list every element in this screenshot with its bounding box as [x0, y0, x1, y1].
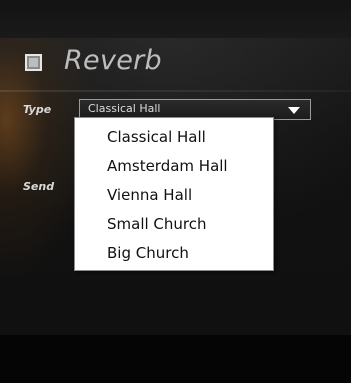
dropdown-option-vienna-hall[interactable]: Vienna Hall — [107, 184, 192, 206]
type-dropdown-menu: Classical Hall Amsterdam Hall Vienna Hal… — [74, 117, 274, 271]
bottom-bar — [0, 335, 351, 383]
top-strip — [0, 0, 351, 38]
type-select-value: Classical Hall — [88, 102, 161, 115]
dropdown-option-amsterdam-hall[interactable]: Amsterdam Hall — [107, 155, 228, 177]
panel-title: Reverb — [64, 45, 163, 76]
chevron-down-icon[interactable] — [288, 107, 300, 114]
header-divider — [0, 90, 351, 92]
dropdown-option-small-church[interactable]: Small Church — [107, 213, 207, 235]
type-label: Type — [23, 103, 52, 116]
dropdown-option-classical-hall[interactable]: Classical Hall — [107, 126, 206, 148]
dropdown-option-big-church[interactable]: Big Church — [107, 242, 189, 264]
send-label: Send — [23, 180, 55, 193]
enable-toggle-icon[interactable] — [25, 54, 42, 71]
